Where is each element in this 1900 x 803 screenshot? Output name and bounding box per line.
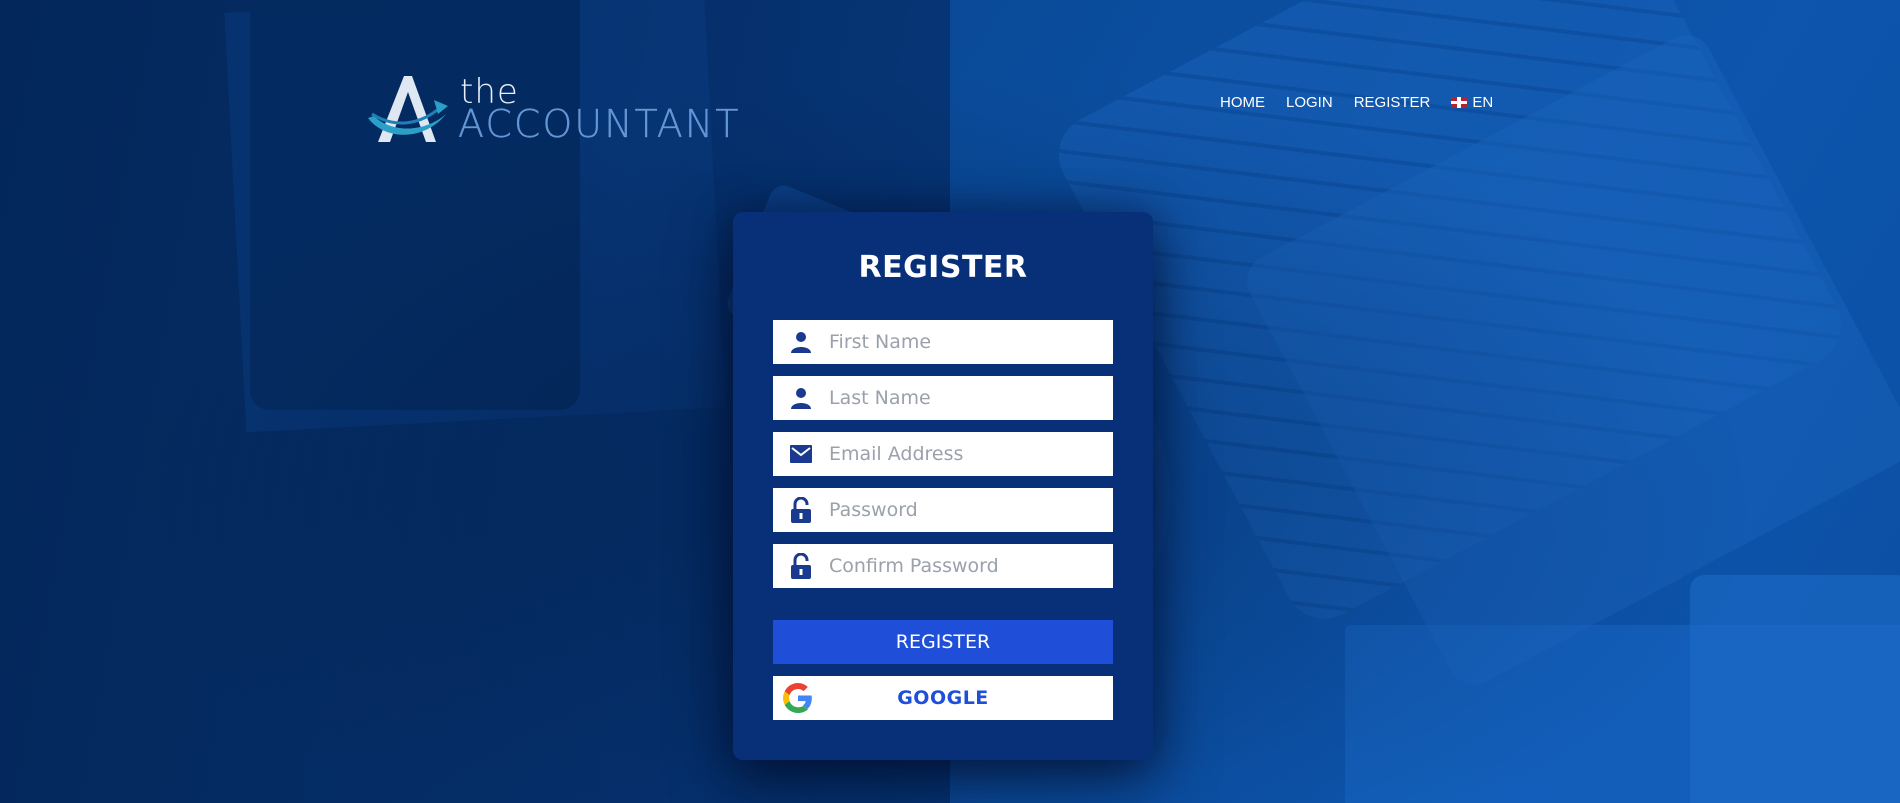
user-icon xyxy=(773,376,829,420)
accountant-a-logo-icon xyxy=(368,76,448,142)
confirm-password-input[interactable] xyxy=(829,555,1099,577)
envelope-icon xyxy=(773,432,829,476)
register-card: REGISTER REGISTER xyxy=(733,212,1153,760)
register-title: REGISTER xyxy=(858,250,1028,285)
nav-home-link[interactable]: HOME xyxy=(1220,94,1265,111)
language-selector[interactable]: EN xyxy=(1451,94,1493,111)
first-name-input[interactable] xyxy=(829,331,1099,353)
email-field xyxy=(773,432,1113,476)
password-input[interactable] xyxy=(829,499,1099,521)
first-name-field xyxy=(773,320,1113,364)
logo-text-accountant: ACCOUNTANT xyxy=(458,102,741,146)
user-icon xyxy=(773,320,829,364)
google-signin-button[interactable]: GOOGLE xyxy=(773,676,1113,720)
lock-open-icon xyxy=(773,544,829,588)
site-logo[interactable]: the ACCOUNTANT xyxy=(364,70,774,150)
nav-register-link[interactable]: REGISTER xyxy=(1354,94,1431,111)
lock-open-icon xyxy=(773,488,829,532)
language-label: EN xyxy=(1472,94,1494,111)
confirm-password-field xyxy=(773,544,1113,588)
main-nav: HOME LOGIN REGISTER EN xyxy=(1220,94,1493,111)
password-field xyxy=(773,488,1113,532)
last-name-field xyxy=(773,376,1113,420)
uk-flag-icon xyxy=(1451,97,1468,108)
google-button-label: GOOGLE xyxy=(897,687,989,709)
email-input[interactable] xyxy=(829,443,1099,465)
nav-login-link[interactable]: LOGIN xyxy=(1286,94,1333,111)
last-name-input[interactable] xyxy=(829,387,1099,409)
register-button[interactable]: REGISTER xyxy=(773,620,1113,664)
